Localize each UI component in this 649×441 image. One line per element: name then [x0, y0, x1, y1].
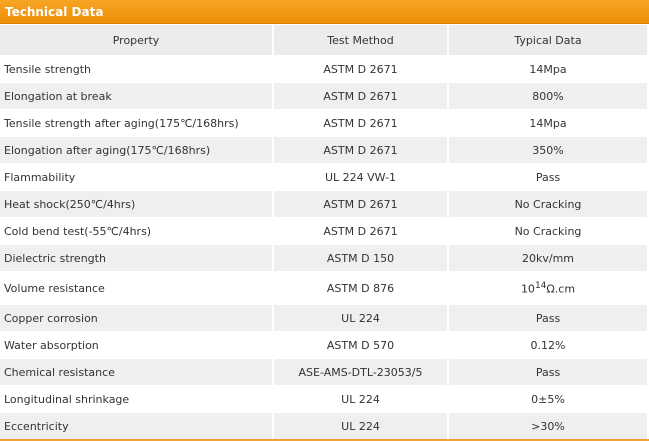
- property-cell: Water absorption: [0, 331, 274, 358]
- property-cell: Elongation after aging(175℃/168hrs): [0, 136, 274, 163]
- table-row: Cold bend test(-55℃/4hrs) ASTM D 2671 No…: [0, 217, 649, 244]
- table-row: Chemical resistance ASE-AMS-DTL-23053/5 …: [0, 358, 649, 385]
- test-method-cell: ASTM D 2671: [274, 190, 449, 217]
- property-cell: Dielectric strength: [0, 244, 274, 271]
- typical-data-cell: 800%: [449, 82, 649, 109]
- test-method-cell: ASTM D 150: [274, 244, 449, 271]
- typical-data-cell: 14Mpa: [449, 55, 649, 82]
- test-method-cell: UL 224 VW-1: [274, 163, 449, 190]
- property-cell: Tensile strength after aging(175℃/168hrs…: [0, 109, 274, 136]
- volume-resistance-exponent: 14: [534, 280, 547, 291]
- table-header-row: Property Test Method Typical Data: [0, 24, 649, 55]
- table-row: Longitudinal shrinkage UL 224 0±5%: [0, 385, 649, 412]
- property-cell: Elongation at break: [0, 82, 274, 109]
- test-method-cell: UL 224: [274, 412, 449, 439]
- property-cell: Heat shock(250℃/4hrs): [0, 190, 274, 217]
- property-cell: Volume resistance: [0, 271, 274, 304]
- test-method-cell: ASTM D 2671: [274, 82, 449, 109]
- property-cell: Flammability: [0, 163, 274, 190]
- test-method-cell: ASTM D 2671: [274, 217, 449, 244]
- typical-data-cell: 20kv/mm: [449, 244, 649, 271]
- table-row: Water absorption ASTM D 570 0.12%: [0, 331, 649, 358]
- table-row: Dielectric strength ASTM D 150 20kv/mm: [0, 244, 649, 271]
- test-method-cell: ASTM D 2671: [274, 109, 449, 136]
- volume-resistance-base: 10: [520, 282, 535, 296]
- property-cell: Cold bend test(-55℃/4hrs): [0, 217, 274, 244]
- test-method-cell: UL 224: [274, 304, 449, 331]
- typical-data-cell: Pass: [449, 163, 649, 190]
- property-cell: Eccentricity: [0, 412, 274, 439]
- test-method-cell: ASE-AMS-DTL-23053/5: [274, 358, 449, 385]
- table-row: Tensile strength ASTM D 2671 14Mpa: [0, 55, 649, 82]
- test-method-cell: ASTM D 570: [274, 331, 449, 358]
- property-cell: Longitudinal shrinkage: [0, 385, 274, 412]
- test-method-cell: ASTM D 2671: [274, 136, 449, 163]
- typical-data-cell: 1014Ω.cm: [449, 271, 649, 304]
- table-row: Copper corrosion UL 224 Pass: [0, 304, 649, 331]
- typical-data-cell: >30%: [449, 412, 649, 439]
- typical-data-cell: Pass: [449, 358, 649, 385]
- typical-data-cell: 350%: [449, 136, 649, 163]
- test-method-cell: UL 224: [274, 385, 449, 412]
- table-row: Heat shock(250℃/4hrs) ASTM D 2671 No Cra…: [0, 190, 649, 217]
- table-row: Elongation at break ASTM D 2671 800%: [0, 82, 649, 109]
- property-cell: Chemical resistance: [0, 358, 274, 385]
- table-row: Volume resistance ASTM D 876 1014Ω.cm: [0, 271, 649, 304]
- table-row: Elongation after aging(175℃/168hrs) ASTM…: [0, 136, 649, 163]
- typical-data-cell: No Cracking: [449, 190, 649, 217]
- table-row: Flammability UL 224 VW-1 Pass: [0, 163, 649, 190]
- typical-data-cell: 14Mpa: [449, 109, 649, 136]
- typical-data-cell: Pass: [449, 304, 649, 331]
- section-title: Technical Data: [0, 0, 649, 24]
- table-row: Tensile strength after aging(175℃/168hrs…: [0, 109, 649, 136]
- property-cell: Tensile strength: [0, 55, 274, 82]
- technical-data-table: Property Test Method Typical Data Tensil…: [0, 24, 649, 439]
- column-header-property: Property: [0, 24, 274, 55]
- typical-data-cell: 0.12%: [449, 331, 649, 358]
- test-method-cell: ASTM D 876: [274, 271, 449, 304]
- column-header-typical-data: Typical Data: [449, 24, 649, 55]
- typical-data-cell: No Cracking: [449, 217, 649, 244]
- column-header-test-method: Test Method: [274, 24, 449, 55]
- table-row: Eccentricity UL 224 >30%: [0, 412, 649, 439]
- volume-resistance-unit: Ω.cm: [546, 282, 576, 296]
- typical-data-cell: 0±5%: [449, 385, 649, 412]
- property-cell: Copper corrosion: [0, 304, 274, 331]
- test-method-cell: ASTM D 2671: [274, 55, 449, 82]
